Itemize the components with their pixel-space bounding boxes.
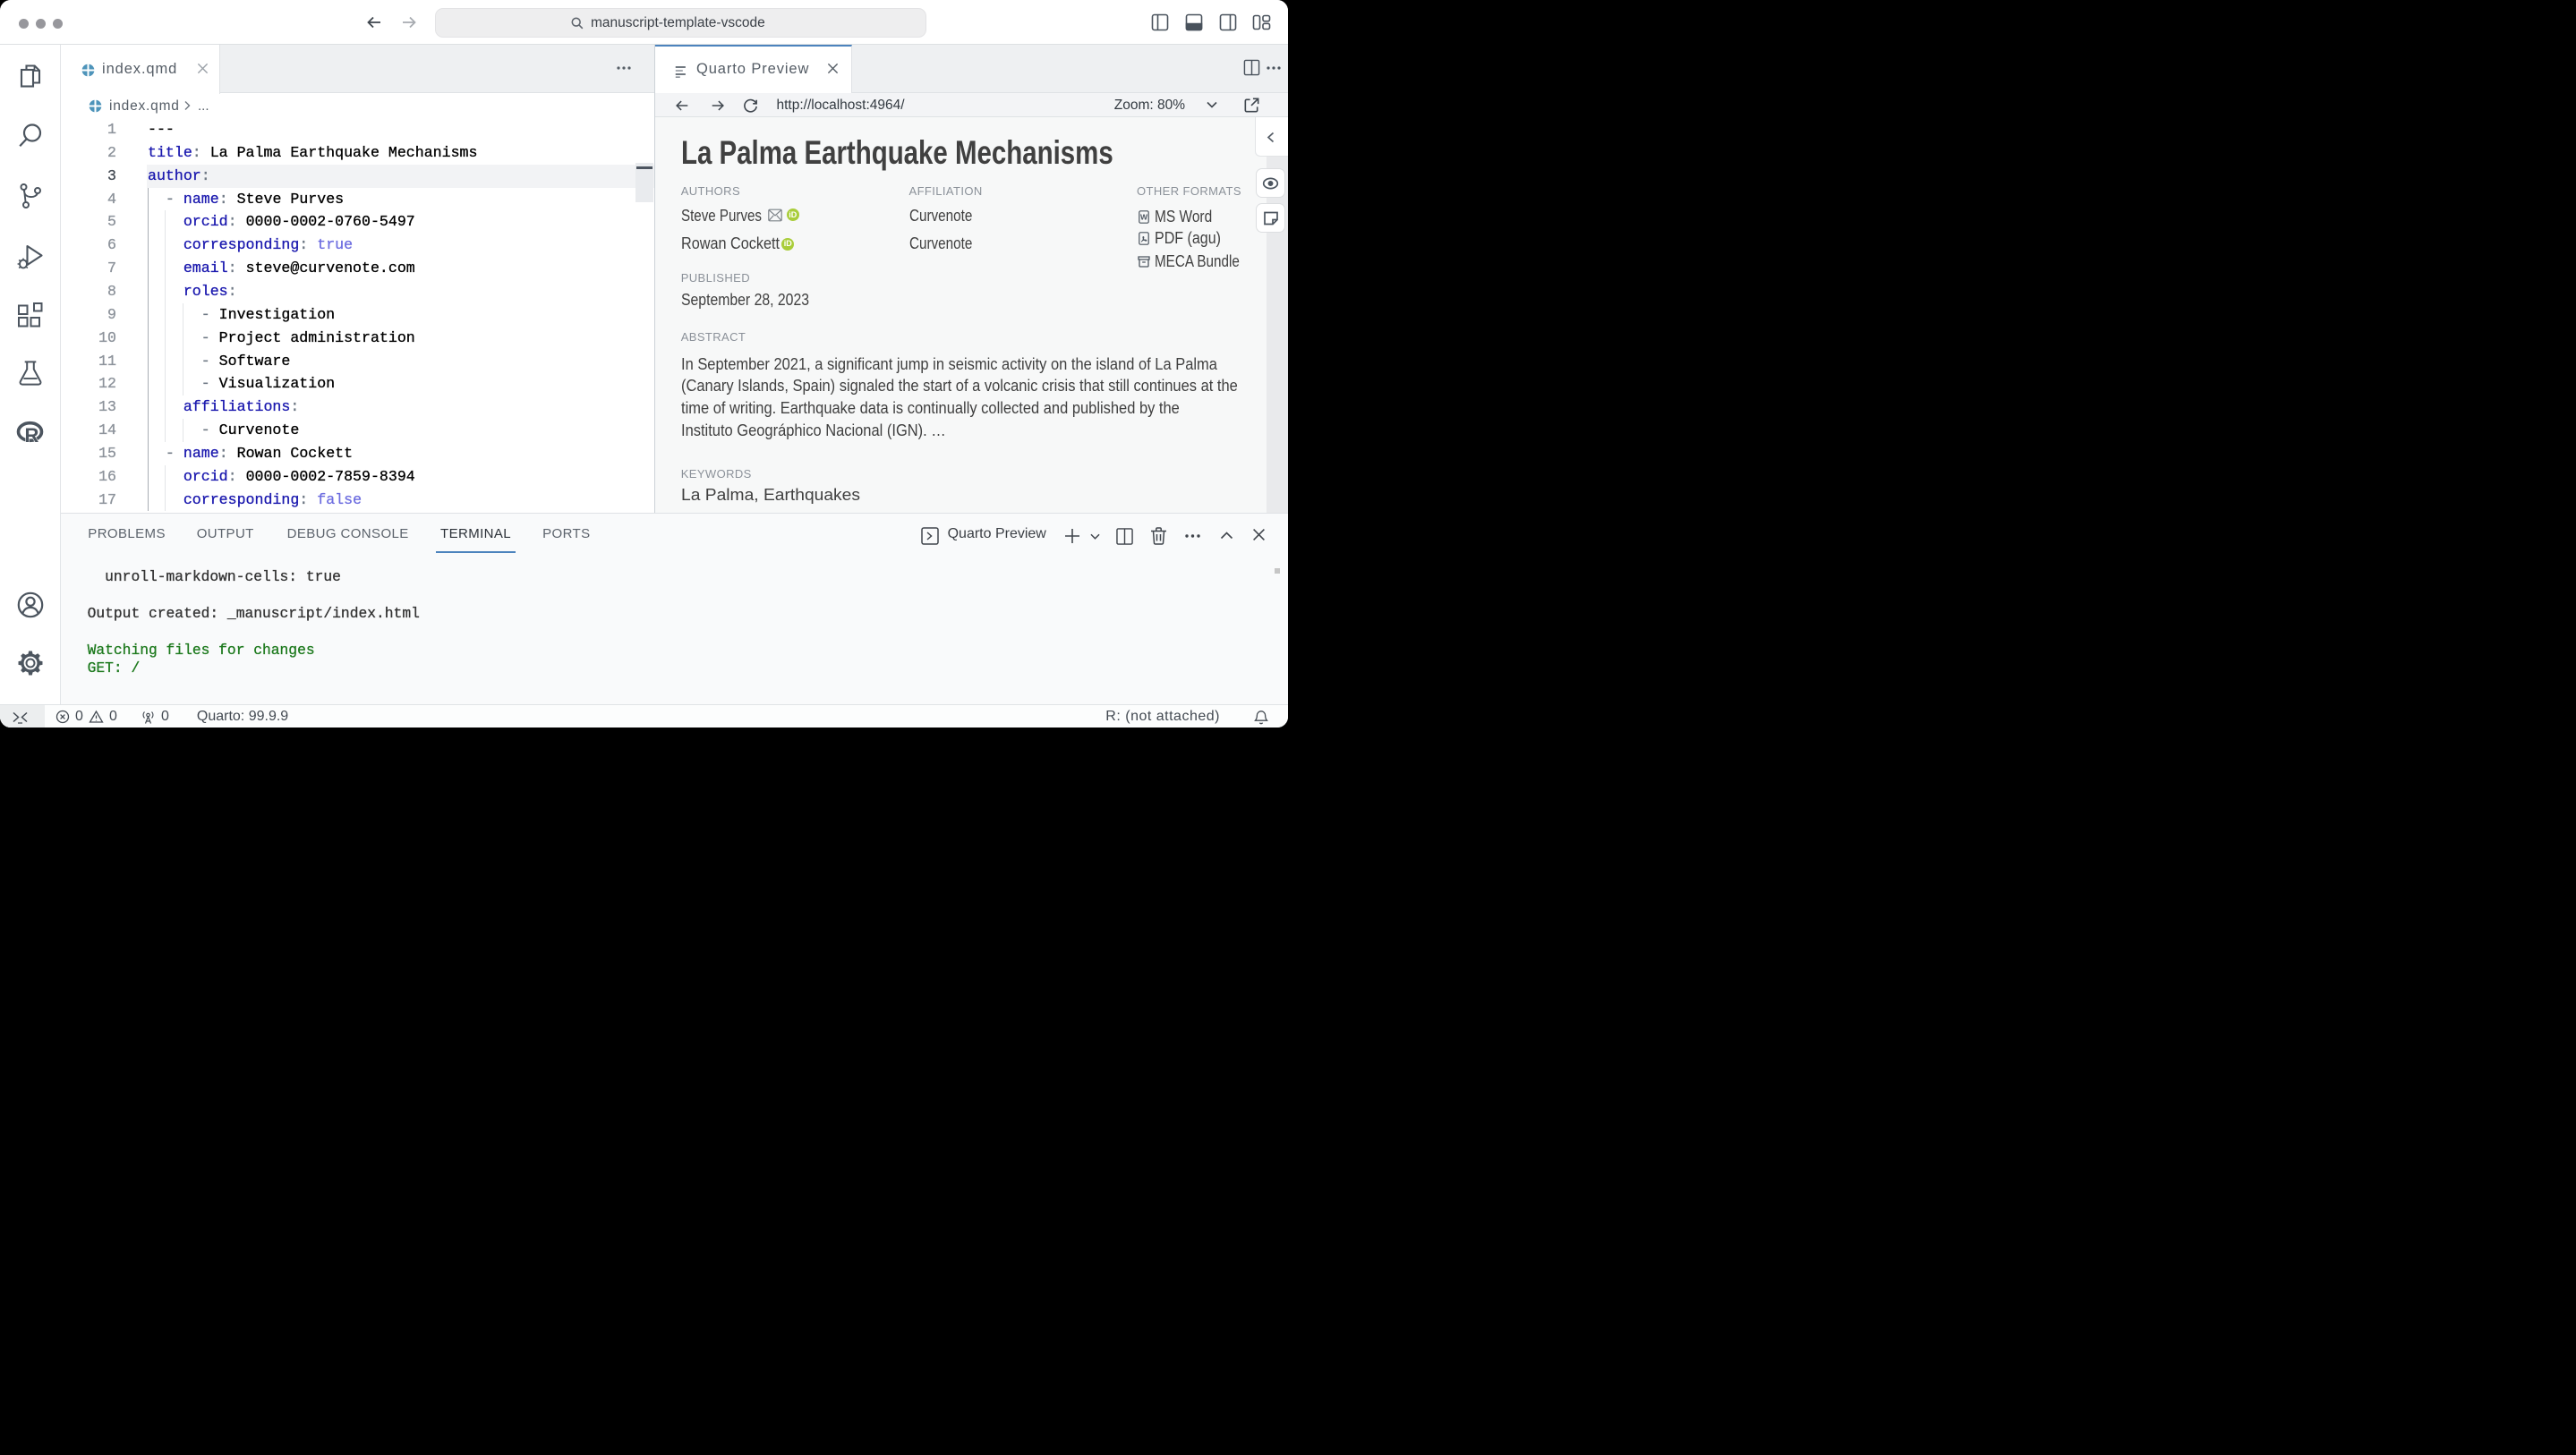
svg-text:R: R: [25, 424, 39, 447]
svg-text:W: W: [1139, 213, 1147, 222]
